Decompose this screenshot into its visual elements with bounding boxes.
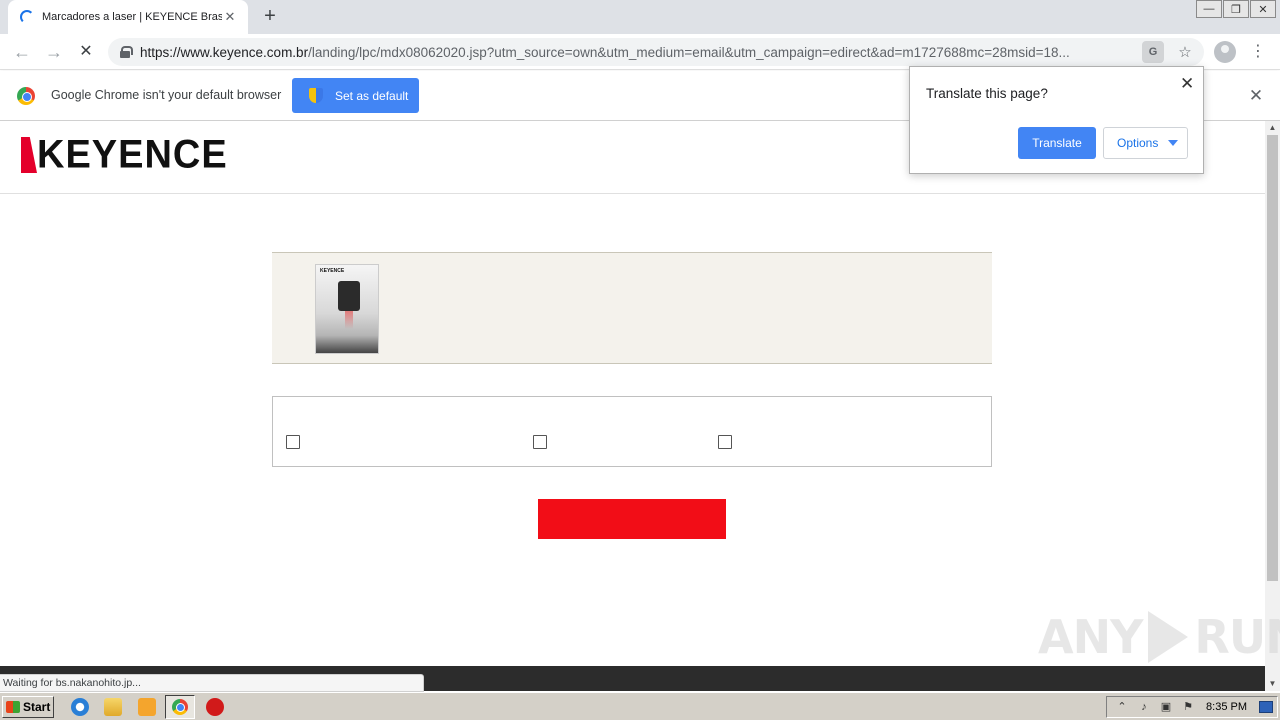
file-explorer-icon[interactable] xyxy=(104,698,122,716)
start-label: Start xyxy=(23,700,51,714)
options-panel xyxy=(272,396,992,467)
laser-marker-device-image xyxy=(338,281,360,311)
tab-close-icon[interactable]: ✕ xyxy=(222,9,238,25)
keyence-logo[interactable]: KEYENCE xyxy=(21,132,228,178)
watermark-play-icon xyxy=(1148,611,1189,663)
submit-button[interactable] xyxy=(538,499,726,539)
anyrun-watermark: ANY RUN xyxy=(1038,610,1280,664)
set-as-default-label: Set as default xyxy=(335,88,409,103)
scroll-thumb[interactable] xyxy=(1267,135,1278,581)
translate-popup: Translate this page? ✕ Translate Options xyxy=(909,66,1204,174)
chrome-taskbar-icon xyxy=(172,699,188,715)
translate-button[interactable]: Translate xyxy=(1018,127,1096,159)
network-icon[interactable]: ▣ xyxy=(1159,700,1173,714)
window-controls: — ❐ ✕ xyxy=(1195,0,1276,18)
translate-icon[interactable]: G xyxy=(1142,41,1164,63)
volume-icon[interactable]: ♪ xyxy=(1137,700,1151,714)
start-button[interactable]: Start xyxy=(2,696,54,718)
tab-strip: Marcadores a laser | KEYENCE Brasil ✕ + … xyxy=(0,0,1280,34)
browser-toolbar: ← → ✕ https://www.keyence.com.br/landing… xyxy=(0,34,1280,70)
url-text[interactable]: https://www.keyence.com.br/landing/lpc/m… xyxy=(140,45,1130,60)
translate-popup-title: Translate this page? xyxy=(926,86,1048,101)
taskbar-clock[interactable]: 8:35 PM xyxy=(1206,701,1247,713)
catalog-cover-image: KEYENCE xyxy=(315,264,379,354)
option-checkbox-2[interactable] xyxy=(533,435,547,449)
chrome-taskbar-button[interactable] xyxy=(165,695,195,719)
set-as-default-button[interactable]: Set as default xyxy=(292,78,419,113)
uac-shield-icon xyxy=(309,88,323,103)
catalog-cover-logo: KEYENCE xyxy=(320,268,345,274)
profile-avatar-icon[interactable] xyxy=(1214,41,1236,63)
media-player-icon[interactable] xyxy=(138,698,156,716)
translate-options-label: Options xyxy=(1117,136,1159,150)
loading-spinner-icon xyxy=(20,10,34,24)
chrome-logo-icon xyxy=(17,87,35,105)
url-host: https://www.keyence.com.br xyxy=(140,44,309,60)
tab-title: Marcadores a laser | KEYENCE Brasil xyxy=(42,11,222,23)
scroll-down-arrow-icon[interactable]: ▼ xyxy=(1265,677,1280,691)
status-bubble: Waiting for bs.nakanohito.jp... xyxy=(0,674,424,692)
keyence-logo-text: KEYENCE xyxy=(37,132,228,178)
translate-popup-close-icon[interactable]: ✕ xyxy=(1180,74,1194,94)
web-page: KEYENCE KEYENCE xyxy=(0,121,1265,666)
action-center-flag-icon[interactable]: ⚑ xyxy=(1181,700,1195,714)
infobar-message: Google Chrome isn't your default browser xyxy=(51,88,282,102)
infobar-close-icon[interactable]: ✕ xyxy=(1248,86,1264,105)
browser-tab[interactable]: Marcadores a laser | KEYENCE Brasil ✕ xyxy=(8,0,248,34)
minimize-button[interactable]: — xyxy=(1196,0,1222,18)
stop-sign-icon[interactable] xyxy=(206,698,224,716)
system-tray: ⌃ ♪ ▣ ⚑ 8:35 PM xyxy=(1106,696,1278,718)
restore-button[interactable]: ❐ xyxy=(1223,0,1249,18)
option-checkbox-3[interactable] xyxy=(718,435,732,449)
stop-loading-button[interactable]: ✕ xyxy=(74,40,98,64)
address-bar[interactable]: https://www.keyence.com.br/landing/lpc/m… xyxy=(108,38,1204,66)
url-path: /landing/lpc/mdx08062020.jsp?utm_source=… xyxy=(308,44,1070,60)
option-checkbox-1[interactable] xyxy=(286,435,300,449)
catalog-panel: KEYENCE xyxy=(272,252,992,364)
laser-beam-image xyxy=(345,311,353,329)
watermark-right-text: RUN xyxy=(1194,610,1280,664)
windows-taskbar: Start ⌃ ♪ ▣ ⚑ 8:35 PM xyxy=(0,692,1280,720)
caret-down-icon xyxy=(1168,140,1179,146)
scroll-up-arrow-icon[interactable]: ▲ xyxy=(1265,121,1280,135)
chrome-menu-icon[interactable]: ⋮ xyxy=(1250,40,1266,64)
new-tab-button[interactable]: + xyxy=(259,5,281,27)
back-button[interactable]: ← xyxy=(10,40,34,64)
show-desktop-icon[interactable] xyxy=(1259,701,1273,713)
tray-expand-icon[interactable]: ⌃ xyxy=(1115,700,1129,714)
internet-explorer-icon[interactable] xyxy=(71,698,89,716)
windows-logo-icon xyxy=(6,701,20,713)
window-close-button[interactable]: ✕ xyxy=(1250,0,1276,18)
bookmark-star-icon[interactable]: ☆ xyxy=(1174,41,1196,63)
lock-icon[interactable] xyxy=(120,46,133,58)
watermark-left-text: ANY xyxy=(1038,610,1143,664)
translate-options-button[interactable]: Options xyxy=(1103,127,1188,159)
keyence-logo-mark xyxy=(21,137,37,173)
page-scrollbar[interactable]: ▲ ▼ xyxy=(1265,121,1280,691)
forward-button[interactable]: → xyxy=(42,40,66,64)
